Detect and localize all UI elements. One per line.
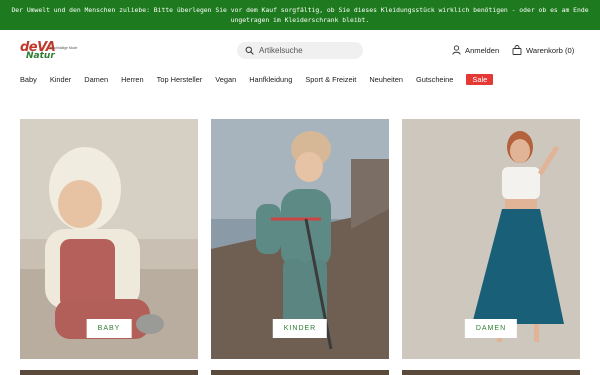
nav-item-baby[interactable]: Baby xyxy=(20,75,37,84)
nav-item-hanfkleidung[interactable]: Hanfkleidung xyxy=(249,75,292,84)
announcement-line-2: ungetragen im Kleiderschrank bleibt. xyxy=(230,16,370,24)
main-navigation: Baby Kinder Damen Herren Top Hersteller … xyxy=(20,73,494,85)
category-card-row2-3[interactable] xyxy=(402,370,580,375)
nav-item-neuheiten[interactable]: Neuheiten xyxy=(369,75,403,84)
nav-item-gutscheine[interactable]: Gutscheine xyxy=(416,75,453,84)
category-label-kinder: KINDER xyxy=(272,319,328,338)
category-card-damen[interactable]: DAMEN xyxy=(402,119,580,359)
category-card-kinder[interactable]: KINDER xyxy=(211,119,389,359)
logo-natur-text: Natur xyxy=(26,51,55,61)
nav-item-herren[interactable]: Herren xyxy=(121,75,144,84)
nav-item-vegan[interactable]: Vegan xyxy=(215,75,236,84)
announcement-line-1: Der Umwelt und den Menschen zuliebe: Bit… xyxy=(11,6,589,14)
nav-item-kinder[interactable]: Kinder xyxy=(50,75,71,84)
category-card-row2-1[interactable] xyxy=(20,370,198,375)
site-header: deVA Nachhaltige Mode Natur Anmelden War… xyxy=(0,30,600,70)
account-link[interactable]: Anmelden xyxy=(452,44,499,56)
nav-item-sport-freizeit[interactable]: Sport & Freizeit xyxy=(305,75,356,84)
user-icon xyxy=(452,45,461,55)
announcement-bar: Der Umwelt und den Menschen zuliebe: Bit… xyxy=(0,0,600,30)
cart-link[interactable]: Warenkorb (0) xyxy=(512,44,574,56)
search-bar[interactable] xyxy=(237,42,363,59)
category-card-row2-2[interactable] xyxy=(211,370,389,375)
nav-item-damen[interactable]: Damen xyxy=(84,75,108,84)
deva-natur-logo[interactable]: deVA Nachhaltige Mode Natur xyxy=(20,40,84,62)
search-icon[interactable] xyxy=(245,46,254,55)
nav-item-top-hersteller[interactable]: Top Hersteller xyxy=(157,75,203,84)
category-card-baby[interactable]: BABY xyxy=(20,119,198,359)
category-label-damen: DAMEN xyxy=(464,319,518,338)
bag-icon xyxy=(512,45,522,55)
account-label: Anmelden xyxy=(465,45,500,55)
search-input[interactable] xyxy=(259,44,359,57)
logo-tagline: Nachhaltige Mode xyxy=(50,46,78,50)
nav-item-sale[interactable]: Sale xyxy=(466,73,494,85)
cart-label: Warenkorb (0) xyxy=(526,45,575,55)
category-label-baby: BABY xyxy=(86,319,132,338)
